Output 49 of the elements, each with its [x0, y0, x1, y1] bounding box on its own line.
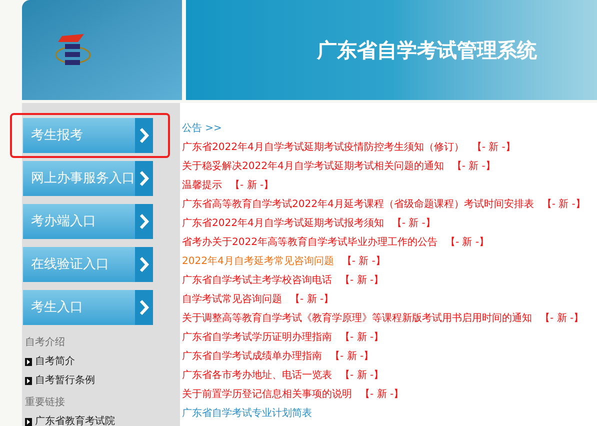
notice-link[interactable]: 广东省自学考试成绩单办理指南	[182, 349, 322, 364]
notice-link[interactable]: 广东省自学考试学历证明办理指南	[182, 330, 332, 345]
section-heading: 自考介绍	[25, 336, 66, 350]
new-tag: 【- 新 -】	[340, 330, 384, 345]
nav-button[interactable]: 考生入口	[23, 290, 153, 325]
new-tag: 【- 新 -】	[445, 235, 490, 250]
nav-button[interactable]: 考生报考	[23, 118, 153, 153]
nav-button[interactable]: 考办端入口	[23, 204, 153, 239]
arrow-bullet-icon	[25, 418, 32, 426]
notice-link[interactable]: 关于稳妥解决2022年4月自学考试延期考试相关问题的通知	[182, 159, 444, 174]
new-tag: 【- 新 -】	[340, 273, 384, 288]
notice-heading: 公告 >>	[182, 122, 223, 136]
notice-link[interactable]: 广东省自学考试专业计划简表	[182, 406, 312, 421]
new-tag: 【- 新 -】	[452, 159, 496, 174]
notice-link[interactable]: 广东省各市考办地址、电话一览表	[182, 368, 332, 383]
new-tag: 【- 新 -】	[330, 349, 374, 364]
chevron-icon	[135, 118, 153, 153]
new-tag: 【- 新 -】	[540, 311, 584, 326]
new-tag: 【- 新 -】	[392, 216, 436, 231]
arrow-bullet-icon	[25, 358, 32, 366]
site-title: 广东省自学考试管理系统	[317, 37, 537, 64]
new-tag: 【- 新 -】	[342, 254, 386, 269]
notice-link[interactable]: 广东省2022年4月自学考试延期考试疫情防控考生须知（修订）	[182, 140, 464, 155]
nav-button[interactable]: 网上办事服务入口	[23, 161, 153, 196]
new-tag: 【- 新 -】	[472, 140, 516, 155]
chevron-icon	[135, 161, 153, 196]
new-tag: 【- 新 -】	[360, 387, 404, 402]
section-heading: 重要链接	[25, 396, 66, 410]
notice-link[interactable]: 2022年4月自考延考常见咨询问题	[182, 254, 334, 269]
notice-link[interactable]: 温馨提示	[182, 178, 222, 193]
notice-link[interactable]: 广东省2022年4月自学考试延期考试报考须知	[182, 216, 384, 231]
notice-link[interactable]: 广东省高等教育自学考试2022年4月延考课程（省级命题课程）考试时间安排表	[182, 197, 534, 212]
sidebar-link[interactable]: 自考暂行条例	[25, 371, 180, 390]
arrow-bullet-icon	[25, 376, 32, 384]
chevron-icon	[135, 247, 153, 282]
new-tag: 【- 新 -】	[290, 292, 334, 307]
sidebar-link[interactable]: 自考简介	[25, 352, 180, 371]
chevron-icon	[135, 290, 153, 325]
notice-link[interactable]: 广东省自学考试主考学校咨询电话	[182, 273, 332, 288]
chevron-icon	[135, 204, 153, 239]
notice-link[interactable]: 自学考试常见咨询问题	[182, 292, 282, 307]
notice-link[interactable]: 关于前置学历登记信息相关事项的说明	[182, 387, 352, 402]
notice-link[interactable]: 省考办关于2022年高等教育自学考试毕业办理工作的公告	[182, 235, 438, 250]
new-tag: 【- 新 -】	[542, 197, 586, 212]
new-tag: 【- 新 -】	[230, 178, 274, 193]
new-tag: 【- 新 -】	[340, 368, 384, 383]
sidebar-link[interactable]: 广东省教育考试院	[25, 412, 180, 426]
nav-button[interactable]: 在线验证入口	[23, 247, 153, 282]
notice-link[interactable]: 关于调整高等教育自学考试《教育学原理》等课程新版考试用书启用时间的通知	[182, 311, 532, 326]
